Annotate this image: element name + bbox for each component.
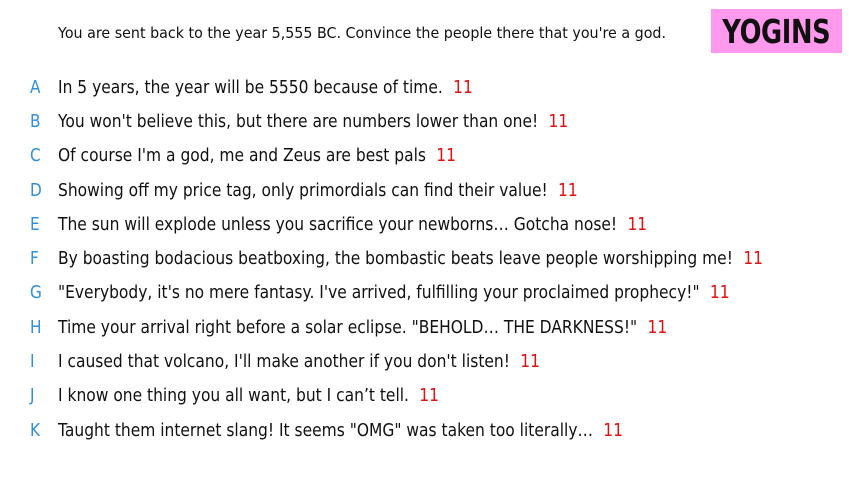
answer-letter: F (30, 248, 39, 270)
answer-text: I caused that volcano, I'll make another… (58, 351, 510, 373)
answer-body: Time your arrival right before a solar e… (58, 317, 667, 338)
answer-body: Showing off my price tag, only primordia… (58, 180, 578, 201)
answer-score: 11 (647, 316, 668, 338)
answer-row-c[interactable]: C Of course I'm a god, me and Zeus are b… (0, 139, 853, 173)
answer-text: The sun will explode unless you sacrific… (58, 213, 618, 235)
answer-text: Of course I'm a god, me and Zeus are bes… (58, 145, 426, 167)
answer-row-d[interactable]: D Showing off my price tag, only primord… (0, 173, 853, 207)
answer-row-g[interactable]: G "Everybody, it's no mere fantasy. I've… (0, 276, 853, 310)
answer-letter: A (30, 76, 41, 98)
answer-score: 11 (743, 248, 763, 270)
answer-row-j[interactable]: J I know one thing you all want, but I c… (0, 379, 853, 413)
answer-score: 11 (709, 282, 730, 304)
answer-body: By boasting bodacious beatboxing, the bo… (58, 248, 763, 269)
answer-body: Of course I'm a god, me and Zeus are bes… (58, 145, 456, 166)
answer-row-a[interactable]: A In 5 years, the year will be 5550 beca… (0, 70, 853, 104)
answer-text: You won't believe this, but there are nu… (58, 110, 539, 132)
answer-body: The sun will explode unless you sacrific… (58, 214, 647, 235)
answer-score: 11 (520, 351, 540, 373)
answer-body: You won't believe this, but there are nu… (58, 111, 568, 132)
answer-body: Taught them internet slang! It seems "OM… (58, 420, 623, 441)
answer-list: A In 5 years, the year will be 5550 beca… (0, 70, 853, 447)
answer-letter: G (30, 282, 42, 304)
answer-row-h[interactable]: H Time your arrival right before a solar… (0, 310, 853, 344)
answer-letter: C (30, 145, 41, 167)
answer-row-k[interactable]: K Taught them internet slang! It seems "… (0, 413, 853, 447)
answer-letter: E (30, 213, 40, 235)
answer-text: Showing off my price tag, only primordia… (58, 179, 548, 201)
question-prompt: You are sent back to the year 5,555 BC. … (58, 24, 667, 42)
answer-text: Time your arrival right before a solar e… (58, 316, 638, 338)
answer-body: In 5 years, the year will be 5550 becaus… (58, 77, 473, 98)
answer-letter: I (30, 351, 35, 373)
answer-row-i[interactable]: I I caused that volcano, I'll make anoth… (0, 344, 853, 378)
answer-body: I caused that volcano, I'll make another… (58, 351, 540, 372)
answer-score: 11 (627, 213, 648, 235)
answer-score: 11 (453, 76, 473, 98)
answer-score: 11 (436, 145, 456, 167)
answer-letter: H (30, 316, 42, 338)
answer-letter: K (30, 419, 41, 441)
team-badge: YOGINS (711, 9, 842, 53)
answer-text: By boasting bodacious beatboxing, the bo… (58, 248, 733, 270)
answer-text: Taught them internet slang! It seems "OM… (58, 419, 593, 441)
answer-row-f[interactable]: F By boasting bodacious beatboxing, the … (0, 241, 853, 275)
team-name: YOGINS (722, 11, 831, 51)
answer-letter: B (30, 110, 41, 132)
answer-score: 11 (419, 385, 439, 407)
answer-body: "Everybody, it's no mere fantasy. I've a… (58, 282, 730, 303)
answer-score: 11 (548, 110, 569, 132)
answer-text: I know one thing you all want, but I can… (58, 385, 409, 407)
answer-score: 11 (558, 179, 578, 201)
answer-text: In 5 years, the year will be 5550 becaus… (58, 76, 443, 98)
answer-row-e[interactable]: E The sun will explode unless you sacrif… (0, 207, 853, 241)
answer-body: I know one thing you all want, but I can… (58, 385, 439, 406)
answer-score: 11 (603, 419, 623, 441)
answer-row-b[interactable]: B You won't believe this, but there are … (0, 104, 853, 138)
answer-letter: D (30, 179, 42, 201)
answer-text: "Everybody, it's no mere fantasy. I've a… (58, 282, 700, 304)
answer-letter: J (30, 385, 35, 407)
